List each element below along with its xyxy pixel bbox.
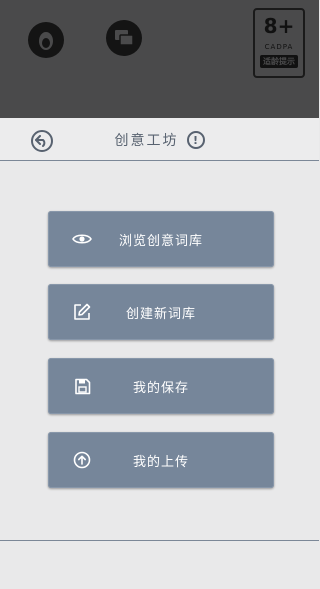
user-avatar-icon[interactable] [28, 22, 64, 58]
browse-library-label: 浏览创意词库 [118, 233, 203, 249]
my-saves-label: 我的保存 [132, 380, 189, 396]
age-rating-badge: 8+ CADPA 适龄提示 [253, 8, 305, 78]
my-uploads-label: 我的上传 [132, 454, 189, 470]
age-rating-note: 适龄提示 [260, 55, 298, 68]
browse-library-button[interactable]: 浏览创意词库 [48, 211, 274, 267]
footer-divider [0, 540, 319, 541]
penguin-icon [39, 32, 53, 50]
page-title: 创意工坊 [114, 133, 179, 149]
page-title-row: 创意工坊 ! [0, 130, 319, 150]
create-library-button[interactable]: 创建新词库 [48, 284, 274, 340]
age-rating-org: CADPA [264, 43, 294, 51]
my-uploads-button[interactable]: 我的上传 [48, 432, 274, 488]
chat-icon[interactable] [106, 20, 142, 56]
page-header: 创意工坊 ! [0, 118, 319, 161]
age-rating-number: 8+ [263, 14, 295, 38]
info-icon[interactable]: ! [186, 131, 205, 149]
top-bar: 8+ CADPA 适龄提示 [0, 0, 319, 118]
message-icon [115, 30, 134, 46]
create-library-label: 创建新词库 [125, 306, 196, 322]
my-saves-button[interactable]: 我的保存 [48, 358, 274, 414]
